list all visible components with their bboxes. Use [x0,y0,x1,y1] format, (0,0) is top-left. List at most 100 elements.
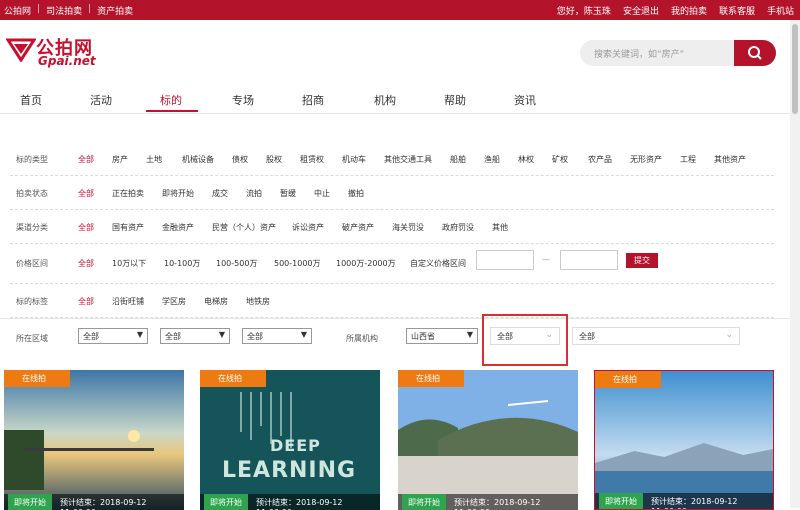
filter-option[interactable]: 学区房 [162,296,186,307]
card-tag: 在线拍 [398,370,464,387]
filter-option[interactable]: 地铁房 [246,296,270,307]
nav-help[interactable]: 帮助 [444,92,466,108]
topbar-link-home[interactable]: 公拍网 [4,4,31,17]
filter-option[interactable]: 全部 [78,258,94,269]
district-select[interactable]: 全部 ▼ [242,328,312,344]
filter-option[interactable]: 500-1000万 [274,258,321,269]
auction-card[interactable]: DEEP LEARNING 在线拍 即将开始 预计结束：2018-09-12 1… [200,370,380,510]
region-filter-row: 所在区域 全部 ▼ 全部 ▼ 全部 ▼ 所属机构 山西省 ▼ 全部 ⌄ 全部 ⌄ [0,318,800,358]
filter-label: 拍卖状态 [16,189,48,198]
select-value: 全部 [165,332,181,341]
card-image-text-deep: DEEP [270,436,321,455]
filter-option[interactable]: 渔船 [484,154,500,165]
filter-option[interactable]: 其他资产 [714,154,746,165]
price-max-input[interactable] [560,250,618,270]
nav-activity[interactable]: 活动 [90,92,112,108]
select-value: 山西省 [411,332,435,341]
card-tag: 在线拍 [200,370,266,387]
filter-option[interactable]: 土地 [146,154,162,165]
filter-option[interactable]: 成交 [212,188,228,199]
nav-org[interactable]: 机构 [374,92,396,108]
logout-link[interactable]: 安全退出 [623,4,659,17]
filter-option[interactable]: 即将开始 [162,188,194,199]
filter-option[interactable]: 租赁权 [300,154,324,165]
site-logo[interactable]: 公拍网 Gpai.net [6,34,116,70]
filter-option[interactable]: 破产资产 [342,222,374,233]
dropdown-arrow-icon: ▼ [300,330,307,339]
filter-option[interactable]: 房产 [112,154,128,165]
topbar-link-asset[interactable]: 资产拍卖 [97,4,133,17]
filter-option[interactable]: 自定义价格区间 [410,258,466,269]
filter-option[interactable]: 1000万-2000万 [336,258,396,269]
filter-option[interactable]: 沿街旺铺 [112,296,144,307]
org-province-select[interactable]: 山西省 ▼ [406,328,478,344]
filter-option[interactable]: 国有资产 [112,222,144,233]
select-value: 全部 [83,332,99,341]
filter-option[interactable]: 工程 [680,154,696,165]
price-min-input[interactable] [476,250,534,270]
filter-option[interactable]: 全部 [78,222,94,233]
filter-option[interactable]: 全部 [78,188,94,199]
search-icon [748,46,762,60]
mobile-site-link[interactable]: 手机站 [767,4,794,17]
filter-option[interactable]: 全部 [78,154,94,165]
filter-option[interactable]: 正在拍卖 [112,188,144,199]
filter-option[interactable]: 电梯房 [204,296,228,307]
filter-option[interactable]: 债权 [232,154,248,165]
nav-items[interactable]: 标的 [160,92,182,108]
card-image-city-coast [398,370,578,510]
filter-option[interactable]: 机动车 [342,154,366,165]
card-end-time: 预计结束：2018-09-12 11:00:00 [256,498,343,510]
filter-option[interactable]: 其他交通工具 [384,154,432,165]
nav-home[interactable]: 首页 [20,92,42,108]
nav-news[interactable]: 资讯 [514,92,536,108]
filter-option[interactable]: 矿权 [552,154,568,165]
support-link[interactable]: 联系客服 [719,4,755,17]
filter-option[interactable]: 100-500万 [216,258,257,269]
topbar-link-judicial[interactable]: 司法拍卖 [46,4,82,17]
province-select[interactable]: 全部 ▼ [78,328,148,344]
card-status-bar: 即将开始 预计结束：2018-09-12 11:00:00 [595,493,773,509]
auction-card[interactable]: 在线拍 即将开始 预计结束：2018-09-12 11:00:00 [4,370,184,510]
scrollbar-thumb[interactable] [792,24,798,114]
filter-option[interactable]: 政府罚没 [442,222,474,233]
filter-option[interactable]: 船舶 [450,154,466,165]
filter-option[interactable]: 股权 [266,154,282,165]
filter-option[interactable]: 诉讼资产 [292,222,324,233]
filter-option[interactable]: 林权 [518,154,534,165]
auction-card[interactable]: 在线拍 即将开始 预计结束：2018-09-12 11:00:00 [398,370,578,510]
logo-mark-icon [6,38,36,62]
filter-option[interactable]: 机械设备 [182,154,214,165]
filter-option[interactable]: 海关罚没 [392,222,424,233]
nav-invest[interactable]: 招商 [302,92,324,108]
nav-special[interactable]: 专场 [232,92,254,108]
search-input[interactable]: 搜索关键词，如“房产” [580,40,738,66]
filter-option[interactable]: 全部 [78,296,94,307]
card-end-time: 预计结束：2018-09-12 11:00:00 [454,498,541,510]
nav-active-indicator [146,110,198,112]
org-name-select[interactable]: 全部 ⌄ [572,327,740,345]
select-value: 全部 [247,332,263,341]
filter-option[interactable]: 农产品 [588,154,612,165]
card-image-lake-sunset [4,370,184,510]
filter-option[interactable]: 金融资产 [162,222,194,233]
region-label: 所在区域 [16,334,48,343]
auction-card-selected[interactable]: 在线拍 即将开始 预计结束：2018-09-12 11:00:00 [594,370,774,510]
price-submit-button[interactable]: 提交 [626,253,658,268]
filter-option[interactable]: 流拍 [246,188,262,199]
search-button[interactable] [734,40,776,66]
filter-option[interactable]: 10万以下 [112,258,146,269]
filter-option[interactable]: 无形资产 [630,154,662,165]
filter-option[interactable]: 民营（个人）资产 [212,222,276,233]
dropdown-arrow-icon: ▼ [466,330,473,339]
filter-option[interactable]: 中止 [314,188,330,199]
filter-option[interactable]: 暂缓 [280,188,296,199]
filter-row-price: 价格区间 全部 10万以下 10-100万 100-500万 500-1000万… [10,244,774,284]
filter-option[interactable]: 其他 [492,222,508,233]
my-auction-link[interactable]: 我的拍卖 [671,4,707,17]
filter-option[interactable]: 10-100万 [164,258,200,269]
dropdown-arrow-icon: ▼ [218,330,225,339]
filter-option[interactable]: 撤拍 [348,188,364,199]
page-scrollbar[interactable] [790,20,800,508]
city-select[interactable]: 全部 ▼ [160,328,230,344]
